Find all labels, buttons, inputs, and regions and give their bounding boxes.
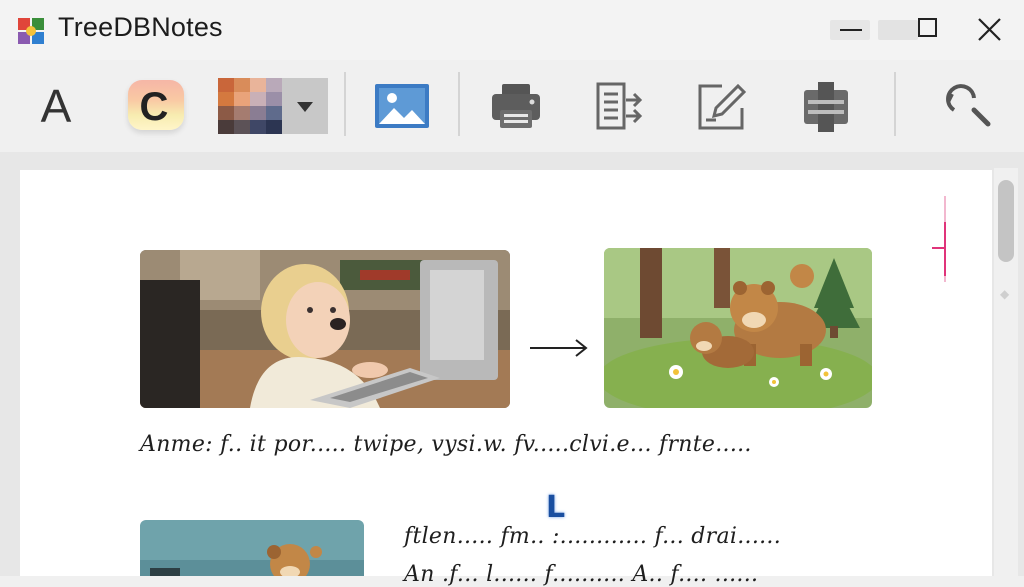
export-button[interactable] — [590, 74, 650, 138]
plugin-icon — [804, 82, 848, 132]
margin-marker-icon — [932, 196, 946, 282]
print-icon — [492, 84, 540, 128]
maximize-button[interactable] — [878, 12, 942, 48]
app-logo-icon — [18, 18, 44, 44]
font-button[interactable]: A — [34, 74, 78, 138]
handwritten-line-3[interactable]: An .f... l...... f.......... A.. f.... .… — [404, 562, 758, 587]
diamond-icon: ◆ — [1000, 287, 1010, 301]
maximize-hover-bg — [878, 20, 918, 40]
text-cursor: L — [546, 490, 566, 525]
palette-dropdown-toggle[interactable] — [282, 78, 328, 134]
search-button[interactable] — [938, 74, 998, 138]
search-icon — [946, 84, 991, 127]
child-computer-photo — [140, 250, 510, 408]
edit-note-button[interactable] — [692, 74, 752, 138]
insert-image-button[interactable] — [372, 74, 432, 138]
toolbar-separator — [894, 72, 896, 136]
image-icon — [375, 84, 429, 128]
handwritten-line-2[interactable]: ftlen..... fm.. :............ f... drai.… — [404, 524, 781, 549]
close-button[interactable] — [968, 12, 1008, 48]
print-button[interactable] — [486, 74, 546, 138]
palette-dropdown[interactable] — [216, 74, 332, 138]
teal-bear-illustration — [140, 520, 364, 576]
minimize-icon — [840, 29, 862, 31]
scrollbar-thumb[interactable] — [998, 180, 1014, 262]
app-title: TreeDBNotes — [58, 12, 223, 42]
toolbar-separator — [344, 72, 346, 136]
export-icon — [596, 82, 643, 130]
title-bar: TreeDBNotes — [0, 0, 1024, 60]
palette-icon — [218, 78, 282, 134]
close-icon — [978, 18, 1001, 41]
text-color-label: C — [139, 85, 169, 129]
plugin-button[interactable] — [796, 74, 856, 138]
cartoon-bears-illustration — [604, 248, 872, 408]
maximize-icon — [918, 18, 937, 37]
text-color-button[interactable]: C — [124, 74, 188, 138]
toolbar-separator — [458, 72, 460, 136]
vertical-scrollbar[interactable]: ◆ — [994, 168, 1018, 576]
handwritten-line-1[interactable]: Anme: f.. it por..... twipe, vysi.w. fv.… — [140, 432, 752, 457]
minimize-button[interactable] — [830, 12, 870, 48]
edit-note-icon — [698, 83, 747, 130]
chevron-down-icon — [297, 102, 313, 112]
arrow-right-icon — [530, 339, 588, 357]
